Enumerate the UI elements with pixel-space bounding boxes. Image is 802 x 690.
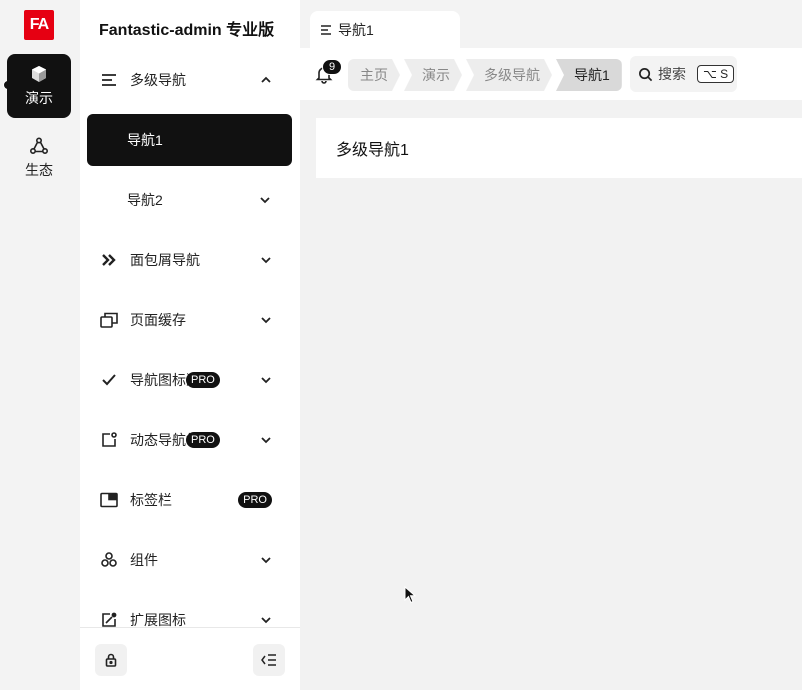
- chevron-down-icon: [260, 197, 270, 204]
- search-label: 搜索: [658, 66, 686, 82]
- check-icon: [100, 371, 118, 389]
- chevron-down-icon: [261, 377, 271, 384]
- app-title: Fantastic-admin 专业版: [99, 22, 275, 39]
- page-title: 多级导航1: [316, 118, 802, 178]
- rail-item-demo[interactable]: 演示: [7, 54, 71, 118]
- toolbar: 9 主页 演示 多级导航 导航1 搜索 ⌥ S: [300, 48, 802, 100]
- chevron-up-icon: [261, 76, 271, 83]
- copy-window-icon: [100, 311, 118, 329]
- collapse-icon: [261, 654, 276, 666]
- search-icon: [639, 67, 653, 81]
- app-rail: FA 演示 生态: [0, 0, 80, 690]
- lock-icon: [105, 653, 117, 667]
- sidebar-item-label: 导航1: [127, 132, 163, 148]
- sidebar-item-nav-icon-active[interactable]: 导航图标激活 PRO: [100, 355, 300, 405]
- tab-window-icon: [100, 491, 118, 509]
- sidebar-item-breadcrumb-nav[interactable]: 面包屑导航: [100, 235, 300, 285]
- pro-badge: PRO: [186, 372, 220, 388]
- app-logo[interactable]: FA: [24, 10, 54, 40]
- pro-badge: PRO: [238, 492, 272, 508]
- tab-label: 导航1: [338, 22, 374, 38]
- chevron-down-icon: [261, 437, 271, 444]
- lock-button[interactable]: [95, 644, 127, 676]
- chevron-down-icon: [261, 317, 271, 324]
- badge-square-icon: [100, 431, 118, 449]
- search-button[interactable]: 搜索 ⌥ S: [630, 56, 737, 92]
- collapse-sidebar-button[interactable]: [253, 644, 285, 676]
- sidebar-item-label: 面包屑导航: [130, 252, 200, 268]
- sidebar: Fantastic-admin 专业版 多级导航 导航1 导航2 面包屑导航 页…: [80, 0, 300, 690]
- breadcrumb-item[interactable]: 演示: [404, 59, 462, 91]
- double-chevron-icon: [100, 251, 118, 269]
- rail-item-ecosystem[interactable]: 生态: [7, 126, 71, 190]
- mouse-cursor-icon: [404, 586, 416, 604]
- main-content: 多级导航1: [300, 100, 802, 690]
- menu-lines-icon: [321, 25, 331, 35]
- chevron-down-icon: [261, 257, 271, 264]
- chevron-down-icon: [261, 617, 271, 624]
- ecosystem-icon: [29, 137, 49, 155]
- breadcrumb: 主页 演示 多级导航 导航1: [348, 59, 626, 91]
- sidebar-item-label: 导航2: [127, 192, 163, 208]
- sidebar-item-tabbar[interactable]: 标签栏 PRO: [100, 475, 300, 525]
- tab-nav1[interactable]: 导航1: [310, 11, 460, 49]
- menu-lines-icon: [100, 71, 118, 89]
- chevron-down-icon: [261, 557, 271, 564]
- rail-item-label: 演示: [25, 90, 53, 106]
- sidebar-item-page-cache[interactable]: 页面缓存: [100, 295, 300, 345]
- sidebar-item-label: 页面缓存: [130, 312, 186, 328]
- sidebar-item-nav2[interactable]: 导航2: [87, 175, 292, 225]
- sidebar-item-label: 多级导航: [130, 72, 186, 88]
- rail-item-label: 生态: [25, 162, 53, 178]
- sidebar-item-label: 组件: [130, 552, 158, 568]
- breadcrumb-item[interactable]: 多级导航: [466, 59, 552, 91]
- breadcrumb-item-current: 导航1: [556, 59, 622, 91]
- sidebar-item-components[interactable]: 组件: [100, 535, 300, 585]
- sidebar-item-label: 标签栏: [130, 492, 172, 508]
- components-icon: [100, 551, 118, 569]
- tab-bar: 导航1: [300, 0, 802, 49]
- search-shortcut: ⌥ S: [697, 65, 735, 83]
- breadcrumb-item[interactable]: 主页: [348, 59, 400, 91]
- cube-icon: [32, 66, 46, 82]
- notification-count-badge: 9: [322, 59, 342, 75]
- pro-badge: PRO: [186, 432, 220, 448]
- sidebar-footer: [80, 627, 300, 690]
- sidebar-item-multilevel-nav[interactable]: 多级导航: [100, 55, 300, 105]
- sidebar-item-nav1[interactable]: 导航1: [87, 114, 292, 166]
- sidebar-item-dynamic-nav-mark[interactable]: 动态导航标记 PRO: [100, 415, 300, 465]
